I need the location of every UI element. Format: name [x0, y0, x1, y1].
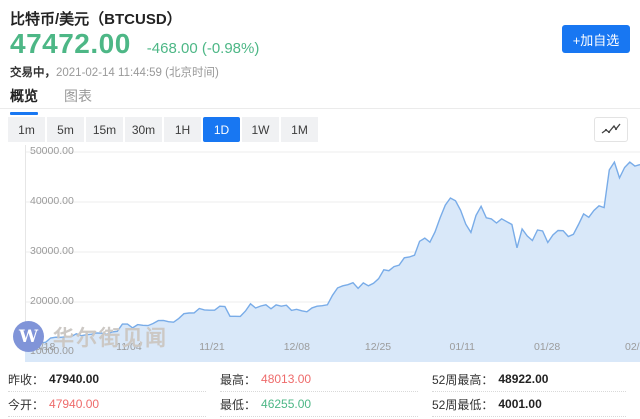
tab-0[interactable]: 概览 [10, 86, 38, 115]
price-area-fill [25, 162, 640, 362]
quote-stats-table: 昨收： 47940.00 最高： 48013.00 52周最高： 48922.00 今开： 4… [0, 367, 640, 417]
range-button-15m[interactable]: 15m [86, 117, 123, 142]
range-button-1M[interactable]: 1M [281, 117, 318, 142]
stat-cell: 昨收： 47940.00 [8, 367, 206, 392]
stat-value: 48922.00 [498, 372, 549, 386]
stat-label: 最低： [220, 397, 257, 412]
btcusd-quote-page: 比特币/美元（BTCUSD） 47472.00 -468.00 (-0.98%)… [0, 0, 640, 419]
stat-cell: 最高： 48013.00 [220, 367, 418, 392]
price-chart[interactable]: 50000.00 40000.00 30000.00 20000.00 10000.00… [25, 145, 640, 362]
stat-value: 4001.00 [498, 397, 542, 411]
range-button-5m[interactable]: 5m [47, 117, 84, 142]
stat-label: 今开： [8, 397, 45, 412]
stat-cell: 今开： 47940.00 [8, 392, 206, 417]
instrument-title: 比特币/美元（BTCUSD） [10, 11, 182, 28]
stat-cell: 52周最高： 48922.00 [432, 367, 626, 392]
stat-value: 47940.00 [49, 372, 100, 386]
stats-row-1: 今开： 47940.00 最低： 46255.00 52周最低： 4001.00 [0, 392, 640, 417]
quote-timestamp: 2021-02-14 11:44:59 (北京时间) [56, 67, 219, 79]
stat-value: 46255.00 [261, 397, 312, 411]
price-row: 47472.00 -468.00 (-0.98%) [10, 28, 259, 60]
range-button-1m[interactable]: 1m [8, 117, 45, 142]
chart-style-button[interactable] [594, 117, 628, 142]
stat-cell: 52周最低： 4001.00 [432, 392, 626, 417]
price-change: -468.00 (-0.98%) [146, 40, 260, 57]
stat-label: 昨收： [8, 372, 45, 387]
stats-row-0: 昨收： 47940.00 最高： 48013.00 52周最高： 48922.00 [0, 367, 640, 392]
view-tabs: 概览 图表 [0, 86, 640, 115]
range-button-1W[interactable]: 1W [242, 117, 279, 142]
tab-1[interactable]: 图表 [64, 86, 92, 108]
stat-label: 最高： [220, 372, 257, 387]
last-price: 47472.00 [10, 28, 131, 59]
trading-status-label: 交易中， [10, 67, 56, 79]
line-chart-icon [601, 123, 621, 134]
stat-label: 52周最低： [432, 397, 494, 412]
stat-cell: 最低： 46255.00 [220, 392, 418, 417]
add-watchlist-button[interactable]: +加自选 [562, 25, 630, 53]
time-range-bar: 1m 5m 15m 30m 1H 1D 1W 1M [8, 117, 318, 142]
range-button-1D[interactable]: 1D [203, 117, 240, 142]
market-status: 交易中，2021-02-14 11:44:59 (北京时间) [10, 64, 219, 80]
range-button-30m[interactable]: 30m [125, 117, 162, 142]
stat-label: 52周最高： [432, 372, 494, 387]
range-button-1H[interactable]: 1H [164, 117, 201, 142]
stat-value: 48013.00 [261, 372, 312, 386]
stat-value: 47940.00 [49, 397, 100, 411]
area-chart-canvas [25, 145, 640, 362]
